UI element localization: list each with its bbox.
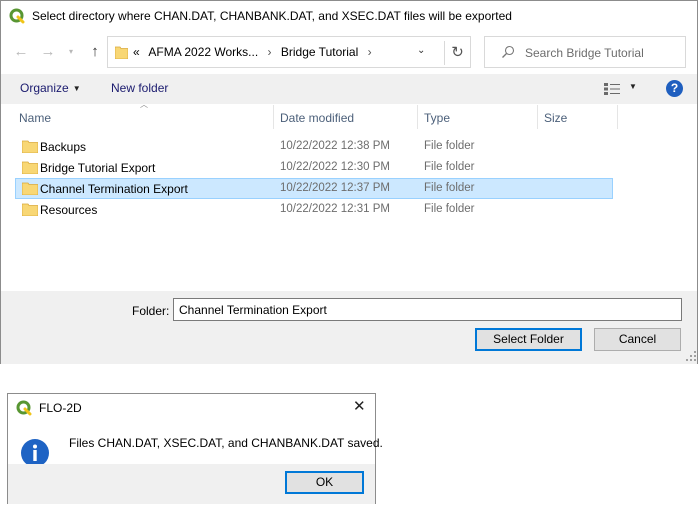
column-header-name[interactable]: Name (19, 111, 51, 125)
column-header-row: Name Date modified Type Size (1, 105, 697, 129)
file-name: Backups (40, 140, 87, 154)
column-divider[interactable] (617, 105, 618, 129)
folder-icon (22, 182, 38, 195)
view-options-icon[interactable] (604, 83, 620, 95)
file-name: Bridge Tutorial Export (40, 161, 156, 175)
command-bar: Organize ▼ New folder ▼ ? (1, 74, 697, 104)
file-name: Resources (40, 203, 98, 217)
close-icon[interactable]: ✕ (353, 398, 366, 416)
file-date: 10/22/2022 12:30 PM (280, 161, 390, 173)
message-footer: OK (8, 464, 375, 504)
folder-name-input[interactable] (173, 298, 682, 321)
file-row-backups[interactable]: Backups 10/22/2022 12:38 PM File folder (15, 136, 613, 157)
organize-label: Organize (20, 81, 69, 95)
organize-menu-button[interactable]: Organize ▼ (20, 81, 81, 95)
qgis-logo-icon (16, 400, 32, 416)
file-name: Channel Termination Export (40, 182, 188, 196)
message-title: FLO-2D (39, 401, 82, 415)
address-dropdown-chevron-icon[interactable]: ⌄ (417, 45, 425, 56)
search-input[interactable] (525, 43, 680, 63)
file-date: 10/22/2022 12:38 PM (280, 140, 390, 152)
chevron-down-icon: ▼ (72, 84, 81, 93)
ok-button[interactable]: OK (285, 471, 364, 494)
select-folder-button[interactable]: Select Folder (475, 328, 582, 351)
file-date: 10/22/2022 12:31 PM (280, 203, 390, 215)
breadcrumb: « AFMA 2022 Works... › Bridge Tutorial › (133, 45, 378, 59)
resize-grip-icon[interactable] (685, 350, 697, 362)
column-divider[interactable] (537, 105, 538, 129)
folder-icon (115, 46, 128, 59)
message-body: Files CHAN.DAT, XSEC.DAT, and CHANBANK.D… (8, 422, 383, 467)
breadcrumb-separator-icon[interactable]: › (368, 45, 372, 59)
up-arrow-icon[interactable]: ↑ (85, 42, 105, 62)
column-header-type[interactable]: Type (424, 111, 450, 125)
folder-icon (22, 140, 38, 153)
file-type: File folder (424, 182, 475, 194)
dialog-titlebar: Select directory where CHAN.DAT, CHANBAN… (1, 1, 697, 32)
back-arrow-icon[interactable]: ← (11, 42, 31, 62)
refresh-icon[interactable]: ↻ (444, 41, 470, 65)
column-header-date-modified[interactable]: Date modified (280, 111, 354, 125)
column-divider[interactable] (417, 105, 418, 129)
column-divider[interactable] (273, 105, 274, 129)
folder-label: Folder: (132, 304, 170, 318)
column-header-size[interactable]: Size (544, 111, 567, 125)
dialog-title: Select directory where CHAN.DAT, CHANBAN… (32, 9, 512, 23)
breadcrumb-item[interactable]: Bridge Tutorial (281, 45, 358, 59)
view-chevron-down-icon[interactable]: ▼ (629, 82, 637, 91)
dialog-footer: Folder: Select Folder Cancel (1, 291, 697, 364)
search-icon (502, 45, 515, 58)
file-type: File folder (424, 161, 475, 173)
file-row-resources[interactable]: Resources 10/22/2022 12:31 PM File folde… (15, 199, 613, 220)
file-row-bridge-tutorial-export[interactable]: Bridge Tutorial Export 10/22/2022 12:30 … (15, 157, 613, 178)
folder-icon (22, 161, 38, 174)
select-directory-dialog: Select directory where CHAN.DAT, CHANBAN… (0, 0, 698, 364)
breadcrumb-overflow[interactable]: « (133, 45, 140, 59)
help-icon[interactable]: ? (666, 80, 683, 97)
flo2d-message-box: FLO-2D ✕ Files CHAN.DAT, XSEC.DAT, and C… (7, 393, 383, 504)
address-bar[interactable]: « AFMA 2022 Works... › Bridge Tutorial ›… (107, 36, 471, 68)
message-text: Files CHAN.DAT, XSEC.DAT, and CHANBANK.D… (69, 436, 383, 450)
file-type: File folder (424, 140, 475, 152)
new-folder-button[interactable]: New folder (111, 81, 168, 95)
forward-arrow-icon[interactable]: → (38, 42, 58, 62)
cancel-button[interactable]: Cancel (594, 328, 681, 351)
breadcrumb-separator-icon[interactable]: › (268, 45, 272, 59)
navigation-bar: ← → ▾ ↑ « AFMA 2022 Works... › Bridge Tu… (1, 34, 697, 70)
recent-locations-chevron-icon[interactable]: ▾ (61, 42, 81, 62)
file-type: File folder (424, 203, 475, 215)
search-box[interactable] (484, 36, 686, 68)
folder-icon (22, 203, 38, 216)
file-row-channel-termination-export[interactable]: Channel Termination Export 10/22/2022 12… (15, 178, 613, 199)
qgis-logo-icon (9, 8, 25, 24)
file-date: 10/22/2022 12:37 PM (280, 182, 390, 194)
breadcrumb-item[interactable]: AFMA 2022 Works... (148, 45, 258, 59)
message-titlebar: FLO-2D ✕ (8, 394, 375, 422)
